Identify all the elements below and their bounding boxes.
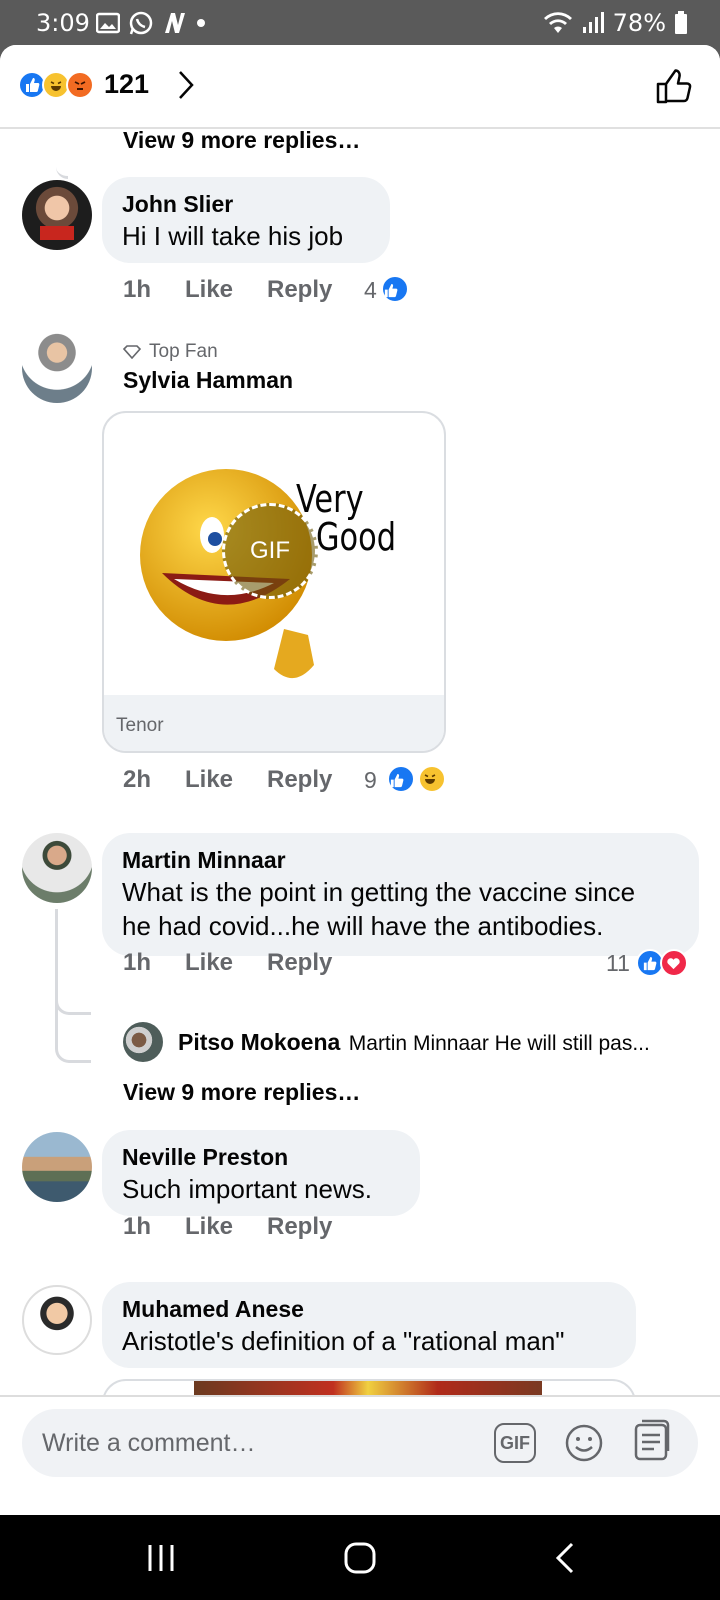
gif-play-button[interactable]: GIF [222, 503, 318, 599]
chevron-right-icon[interactable] [178, 69, 194, 101]
sticker-icon[interactable] [632, 1419, 672, 1463]
status-notification-icons [96, 10, 206, 36]
like-button[interactable]: Like [185, 1213, 267, 1241]
reply-button[interactable]: Reply [267, 276, 364, 304]
comment-text: Hi I will take his job [122, 221, 344, 251]
comment-placeholder: Write a comment… [42, 1429, 256, 1457]
dot-icon [197, 19, 205, 27]
reply-button[interactable]: Reply [267, 949, 364, 977]
battery-percent: 78% [612, 9, 666, 37]
avatar[interactable] [22, 180, 92, 250]
gif-button[interactable]: GIF [494, 1423, 536, 1463]
comment-author[interactable]: Sylvia Hamman [123, 365, 293, 395]
comment-text-line: he had covid...he will have the antibodi… [122, 911, 604, 941]
reply-text: Martin Minnaar He will still pas... [348, 1032, 650, 1055]
comment-actions: 1h Like Reply 4 [123, 275, 423, 304]
like-outline-icon[interactable] [655, 67, 693, 105]
thread-connector [55, 985, 91, 1015]
comment-author[interactable]: Muhamed Anese [122, 1294, 616, 1324]
reply-author[interactable]: Pitso Mokoena [178, 1029, 340, 1055]
comment-time[interactable]: 1h [123, 949, 185, 977]
like-button[interactable]: Like [185, 949, 267, 977]
reply-button[interactable]: Reply [267, 1213, 364, 1241]
reactions-header: 121 [0, 45, 720, 129]
avatar[interactable] [22, 333, 92, 403]
avatar-badge [40, 226, 74, 240]
reaction-count: 121 [104, 69, 150, 99]
angry-icon [66, 70, 94, 99]
gallery-icon [96, 12, 120, 34]
avatar[interactable] [22, 1285, 92, 1355]
comment-actions: 1h Like Reply [123, 949, 423, 977]
avatar[interactable] [22, 1132, 92, 1202]
thread-connector [55, 1015, 91, 1063]
status-right: 78% [543, 9, 688, 37]
gif-label: GIF [250, 537, 290, 564]
comment-author[interactable]: Neville Preston [122, 1142, 400, 1172]
comment-author[interactable]: John Slier [122, 189, 370, 219]
comment-reactions[interactable]: 9 [364, 765, 446, 794]
badge-label: Top Fan [149, 341, 218, 362]
comment-time[interactable]: 2h [123, 766, 185, 794]
comment-bubble[interactable]: Muhamed Anese Aristotle's definition of … [102, 1282, 636, 1368]
comment-reactions[interactable]: 11 [606, 949, 688, 977]
reply-avatar[interactable] [123, 1022, 163, 1062]
comment-author[interactable]: Martin Minnaar [122, 845, 679, 875]
gif-caption-good: Good [316, 515, 397, 559]
comments-sheet: 121 View 9 more replies… John Slier Hi I… [0, 45, 720, 1515]
reaction-count: 11 [606, 949, 630, 976]
thread-connector [56, 129, 68, 179]
status-bar: 3:09 78% [0, 0, 720, 44]
gif-source: Tenor [116, 715, 164, 736]
like-button[interactable]: Like [185, 276, 267, 304]
gif-card[interactable]: Very Good GIF Tenor [102, 411, 446, 753]
comment-time[interactable]: 1h [123, 276, 185, 304]
comment-text: Aristotle's definition of a "rational ma… [122, 1326, 565, 1356]
comment-input[interactable]: Write a comment… GIF [22, 1409, 698, 1477]
comment-bubble[interactable]: John Slier Hi I will take his job [102, 177, 390, 263]
like-button[interactable]: Like [185, 766, 267, 794]
battery-icon [675, 11, 687, 34]
status-time: 3:09 [36, 9, 90, 37]
comment-bubble[interactable]: Neville Preston Such important news. [102, 1130, 420, 1216]
reaction-summary[interactable]: 121 [18, 69, 149, 100]
like-icon [387, 765, 416, 793]
wifi-icon [543, 12, 572, 34]
reply-button[interactable]: Reply [267, 766, 364, 794]
comment-time[interactable]: 1h [123, 1213, 185, 1241]
avatar[interactable] [22, 833, 92, 903]
comment-text: Such important news. [122, 1174, 373, 1204]
top-fan-badge: Top Fan [123, 341, 218, 363]
recent-apps-icon[interactable] [146, 1543, 176, 1573]
haha-icon [417, 765, 446, 793]
news-app-icon [165, 13, 185, 33]
reaction-count: 4 [364, 277, 377, 303]
love-icon [659, 949, 688, 977]
diamond-icon [123, 345, 141, 359]
view-more-replies-button[interactable]: View 9 more replies… [123, 127, 360, 154]
gif-button-label: GIF [500, 1432, 530, 1453]
emoji-icon[interactable] [564, 1423, 604, 1463]
android-nav-bar [0, 1515, 720, 1600]
comment-text-line: What is the point in getting the vaccine… [122, 877, 636, 907]
signal-icon [582, 12, 604, 33]
reaction-count: 9 [364, 767, 377, 793]
view-more-replies-button[interactable]: View 9 more replies… [123, 1079, 360, 1106]
comment-composer: Write a comment… GIF [0, 1395, 720, 1515]
comment-actions: 1h Like Reply [123, 1213, 423, 1241]
reply-preview[interactable]: Pitso Mokoena Martin Minnaar He will sti… [178, 1029, 698, 1056]
back-icon[interactable] [554, 1541, 576, 1575]
home-icon[interactable] [343, 1541, 377, 1575]
like-icon [380, 275, 409, 303]
gif-source-bar: Tenor [104, 695, 444, 751]
comment-bubble[interactable]: Martin Minnaar What is the point in gett… [102, 833, 699, 956]
comment-actions: 2h Like Reply 9 [123, 765, 463, 794]
whatsapp-icon [129, 11, 153, 35]
comment-reactions[interactable]: 4 [364, 275, 409, 304]
